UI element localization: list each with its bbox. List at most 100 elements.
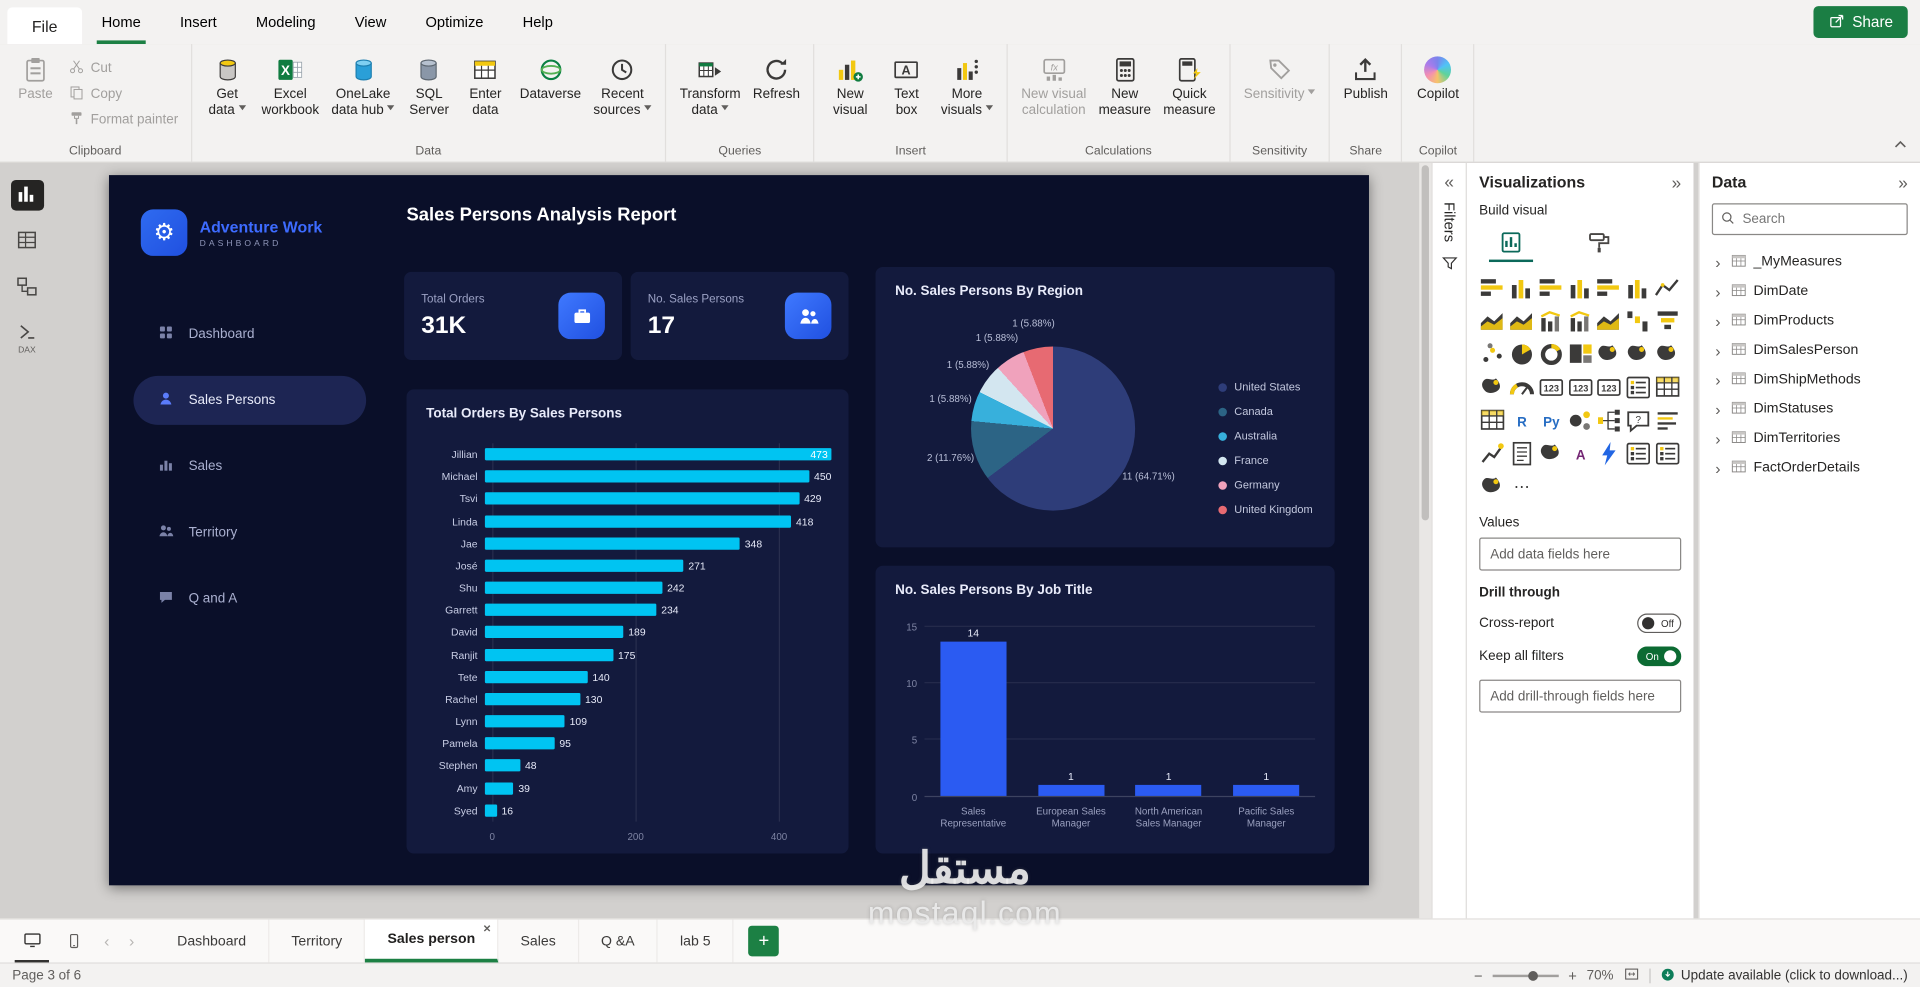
line-chart-icon[interactable] (1654, 274, 1681, 302)
collapse-data-icon[interactable]: » (1898, 173, 1908, 190)
bar-jos[interactable] (484, 559, 684, 572)
multi-row-card-icon[interactable]: 123 (1567, 373, 1594, 401)
drill-through-field-well[interactable]: Add drill-through fields here (1479, 679, 1682, 713)
enter-data-button[interactable]: Enter data (457, 48, 513, 144)
scatter-chart-icon[interactable] (1479, 340, 1506, 368)
donut-chart-icon[interactable] (1538, 340, 1565, 368)
text-box-button[interactable]: A Text box (878, 48, 934, 144)
new-visual-calculation-button[interactable]: fx New visual calculation (1015, 48, 1092, 144)
copilot-button[interactable]: Copilot (1410, 48, 1466, 144)
stacked-column-chart-icon[interactable] (1508, 274, 1535, 302)
page-tab-dashboard[interactable]: Dashboard (155, 919, 270, 963)
chevron-right-icon[interactable]: › (1712, 282, 1724, 300)
new-visual-button[interactable]: New visual (822, 48, 878, 144)
line-and-clustered-column-chart-icon[interactable] (1567, 307, 1594, 335)
map-icon[interactable] (1596, 340, 1623, 368)
kpi-card-no-sales-persons[interactable]: No. Sales Persons 17 (630, 271, 849, 361)
more-visuals-button[interactable]: More visuals (935, 48, 999, 144)
paginated-report-icon[interactable] (1508, 440, 1535, 468)
data-table-dimstatuses[interactable]: › DimStatuses (1712, 394, 1908, 423)
cut-button[interactable]: Cut (69, 59, 179, 79)
menu-help[interactable]: Help (503, 0, 572, 44)
stacked-area-chart-icon[interactable] (1508, 307, 1535, 335)
legend-item-canada[interactable]: Canada (1218, 399, 1273, 423)
pie-chart[interactable] (971, 346, 1136, 511)
sidebar-item-sales-persons[interactable]: Sales Persons (133, 375, 367, 425)
bar-stephen[interactable] (484, 759, 521, 773)
funnel-chart-icon[interactable] (1654, 307, 1681, 335)
menu-file[interactable]: File (7, 7, 82, 45)
shape-map-icon[interactable] (1654, 340, 1681, 368)
get-data-button[interactable]: Get data (199, 48, 255, 144)
zoom-out-button[interactable]: − (1474, 967, 1483, 984)
smart-narrative-icon[interactable] (1654, 407, 1681, 435)
sidebar-item-territory[interactable]: Territory (133, 508, 366, 557)
pie-chart-icon[interactable] (1508, 340, 1535, 368)
table-icon[interactable] (1654, 373, 1681, 401)
bar-tete[interactable] (484, 670, 588, 684)
bar-chart-card[interactable]: Total Orders By Sales Persons Jillian 473… (406, 389, 849, 854)
bar-jae[interactable] (484, 537, 740, 550)
column-north-american-sales-manager[interactable] (1135, 784, 1202, 796)
page-tab-q-a[interactable]: Q &A (579, 919, 658, 963)
report-canvas[interactable]: ⚙ Adventure Work DASHBOARD Dashboard Sale… (108, 175, 1369, 886)
chevron-right-icon[interactable]: › (1712, 400, 1724, 418)
values-field-well[interactable]: Add data fields here (1479, 537, 1682, 571)
bar-amy[interactable] (484, 782, 514, 795)
relationship-map-icon[interactable] (1479, 473, 1506, 501)
bar-garrett[interactable] (484, 604, 657, 617)
legend-item-united-states[interactable]: United States (1218, 375, 1300, 399)
data-table-dimproducts[interactable]: › DimProducts (1712, 306, 1908, 335)
bar-michael[interactable] (484, 470, 810, 483)
column-sales-representative[interactable] (940, 641, 1007, 796)
kpi-icon[interactable]: 123 (1596, 373, 1623, 401)
pie-chart-card[interactable]: No. Sales Persons By Region 11 (64.71%) 2… (875, 266, 1335, 548)
refresh-button[interactable]: Refresh (747, 48, 806, 144)
column-chart-card[interactable]: No. Sales Persons By Job Title 14 1 1 1 051… (875, 565, 1335, 854)
cross-report-toggle[interactable]: Off (1637, 613, 1682, 634)
data-table-dimterritories[interactable]: › DimTerritories (1712, 424, 1908, 453)
waterfall-chart-icon[interactable] (1625, 307, 1652, 335)
transform-data-button[interactable]: Transform data (674, 48, 747, 144)
area-chart-icon[interactable] (1479, 307, 1506, 335)
chevron-right-icon[interactable]: › (1712, 312, 1724, 330)
text-slicer-icon[interactable] (1654, 440, 1681, 468)
filled-map-icon[interactable] (1625, 340, 1652, 368)
power-apps-visual-icon[interactable]: A (1567, 440, 1594, 468)
mobile-layout-icon[interactable] (56, 920, 90, 963)
excel-workbook-button[interactable]: X Excel workbook (255, 48, 325, 144)
zoom-slider[interactable] (1492, 971, 1559, 981)
column-pacific-sales-manager[interactable] (1233, 784, 1300, 796)
100-stacked-bar-chart-icon[interactable] (1596, 274, 1623, 302)
zoom-in-button[interactable]: + (1568, 967, 1577, 984)
share-button[interactable]: Share (1813, 6, 1908, 38)
arcgis-map-icon[interactable] (1538, 440, 1565, 468)
matrix-icon[interactable] (1479, 407, 1506, 435)
data-table-dimsalesperson[interactable]: › DimSalesPerson (1712, 336, 1908, 365)
bar-jillian[interactable]: 473 (484, 448, 832, 461)
menu-home[interactable]: Home (82, 0, 160, 45)
menu-optimize[interactable]: Optimize (406, 0, 503, 44)
bar-pamela[interactable] (484, 737, 555, 750)
stacked-bar-chart-icon[interactable] (1479, 274, 1506, 302)
collapse-ribbon-button[interactable] (1893, 136, 1908, 154)
next-page-icon[interactable]: › (123, 932, 141, 950)
data-table-factorderdetails[interactable]: › FactOrderDetails (1712, 453, 1908, 482)
r-script-visual-icon[interactable]: R (1508, 407, 1535, 435)
build-visual-icon[interactable] (1488, 225, 1534, 263)
keep-all-filters-toggle[interactable]: On (1637, 646, 1682, 667)
dax-query-view-icon[interactable]: DAX (10, 320, 43, 358)
format-visual-icon[interactable] (1577, 225, 1621, 262)
card-icon[interactable]: 123 (1538, 373, 1565, 401)
search-box[interactable] (1711, 203, 1908, 236)
metrics-icon[interactable] (1479, 440, 1506, 468)
table-view-icon[interactable] (10, 227, 43, 258)
data-table-dimshipmethods[interactable]: › DimShipMethods (1712, 365, 1908, 394)
sensitivity-button[interactable]: Sensitivity (1238, 48, 1322, 144)
bar-david[interactable] (484, 626, 624, 639)
format-painter-button[interactable]: Format painter (69, 110, 178, 130)
scrollbar-thumb[interactable] (1421, 165, 1429, 521)
slicer-icon[interactable] (1625, 373, 1652, 401)
bar-lynn[interactable] (484, 715, 565, 728)
zoom-slider-knob[interactable] (1528, 971, 1539, 981)
